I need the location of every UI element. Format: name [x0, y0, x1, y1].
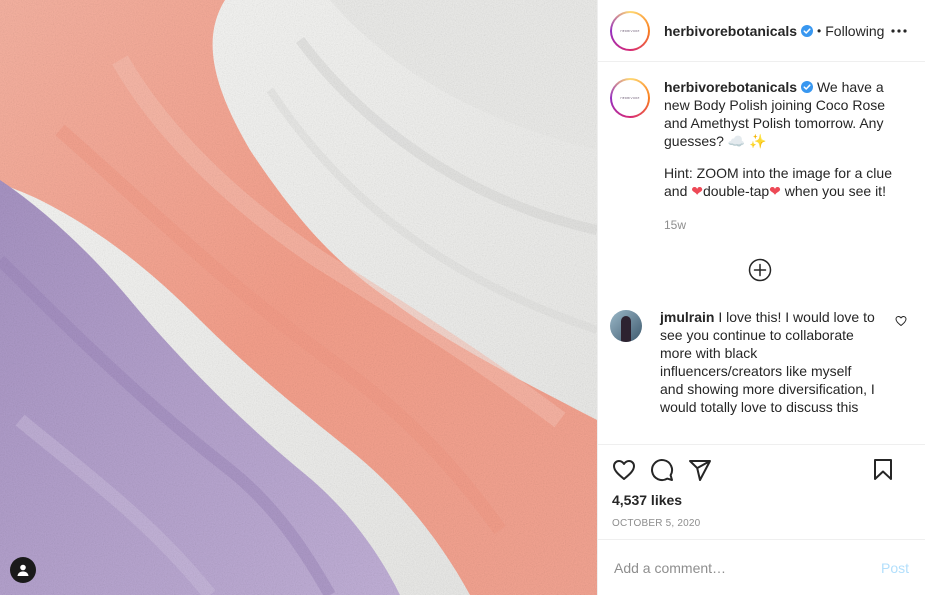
load-more-comments-button[interactable]	[610, 258, 909, 282]
caption-author-avatar[interactable]: HERBIVORE	[610, 78, 650, 118]
share-icon	[689, 460, 711, 481]
verified-icon	[801, 81, 814, 93]
more-options-button[interactable]	[887, 19, 911, 43]
comments-section[interactable]: HERBIVORE herbivorebotanicals We have a …	[598, 62, 925, 444]
user-tag-button[interactable]	[10, 557, 36, 583]
commenter-username[interactable]: jmulrain	[660, 309, 714, 325]
post-side-panel: HERBIVORE herbivorebotanicals • Followin…	[597, 0, 925, 595]
save-icon	[874, 459, 892, 480]
user-tag-icon	[17, 564, 29, 576]
more-options-icon	[891, 28, 907, 33]
caption-timestamp[interactable]: 15w	[664, 216, 904, 234]
post-comment-button[interactable]: Post	[881, 560, 909, 576]
like-comment-button[interactable]	[895, 314, 907, 330]
comment-button[interactable]	[650, 458, 674, 482]
caption-username[interactable]: herbivorebotanicals	[664, 79, 797, 95]
like-button[interactable]	[612, 458, 636, 482]
heart-icon	[613, 460, 635, 480]
hint-middle: double-tap	[702, 183, 770, 199]
author-username[interactable]: herbivorebotanicals	[664, 23, 797, 39]
following-button[interactable]: Following	[825, 23, 884, 39]
avatar-logo-text: HERBIVORE	[620, 28, 640, 33]
post-caption: HERBIVORE herbivorebotanicals We have a …	[610, 78, 909, 234]
load-more-icon	[748, 258, 771, 282]
heart-emoji: ❤	[769, 183, 781, 199]
body-polish-photo	[0, 0, 597, 595]
likes-count[interactable]: 4,537 likes	[612, 492, 909, 508]
instagram-post: HERBIVORE herbivorebotanicals • Followin…	[0, 0, 925, 595]
post-actions: 4,537 likes OCTOBER 5, 2020	[598, 444, 925, 539]
caption-body: herbivorebotanicals We have a new Body P…	[664, 78, 904, 234]
add-comment-bar: Post	[598, 539, 925, 595]
comment-item: jmulrain I love this! I would love to se…	[610, 308, 909, 416]
commenter-avatar[interactable]	[610, 310, 642, 342]
post-header: HERBIVORE herbivorebotanicals • Followin…	[598, 0, 925, 62]
verified-icon	[801, 24, 814, 37]
like-comment-icon	[895, 316, 907, 326]
action-icons	[612, 455, 909, 485]
post-date[interactable]: OCTOBER 5, 2020	[612, 518, 909, 529]
post-image[interactable]	[0, 0, 597, 595]
heart-emoji: ❤	[691, 183, 703, 199]
comment-body: jmulrain I love this! I would love to se…	[660, 308, 876, 416]
avatar-logo-text: HERBIVORE	[620, 96, 640, 100]
comment-icon	[651, 459, 674, 482]
header-separator: •	[817, 23, 822, 38]
save-button[interactable]	[871, 458, 895, 482]
author-avatar[interactable]: HERBIVORE	[610, 10, 650, 51]
caption-hint: Hint: ZOOM into the image for a clue and…	[664, 164, 904, 200]
hint-suffix: when you see it!	[784, 183, 886, 199]
add-comment-input[interactable]	[614, 559, 881, 576]
share-button[interactable]	[688, 458, 712, 482]
